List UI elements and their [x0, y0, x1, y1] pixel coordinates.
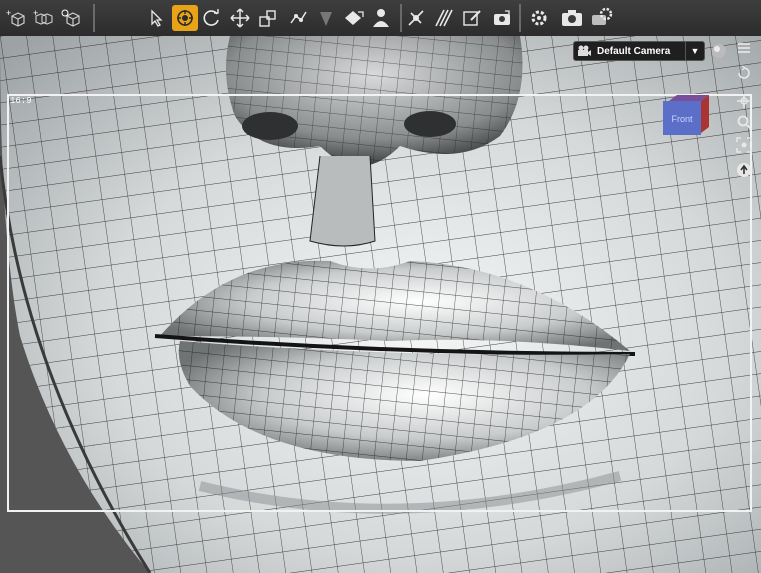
- viewport-options-icon[interactable]: [735, 40, 753, 58]
- viewport-app: + + 16:9 Default Camera ▼ Front: [0, 0, 761, 573]
- add-node-icon[interactable]: +: [31, 5, 57, 31]
- node-weight-brush-icon[interactable]: [459, 5, 485, 31]
- svg-text:+: +: [33, 8, 38, 18]
- select-arrow-icon[interactable]: [143, 5, 169, 31]
- chevron-down-icon[interactable]: ▼: [685, 42, 704, 60]
- view-cube[interactable]: Front: [661, 93, 711, 137]
- aspect-ratio-label: 16:9: [10, 96, 32, 106]
- joint-editor-icon[interactable]: [285, 5, 311, 31]
- node-settings-icon[interactable]: [58, 5, 84, 31]
- zoom-icon[interactable]: [735, 113, 753, 131]
- camera-selector[interactable]: Default Camera ▼: [573, 41, 705, 61]
- toolbar-divider: [519, 4, 521, 32]
- texture-shift-icon[interactable]: [431, 5, 457, 31]
- camera-icon: [577, 43, 593, 59]
- svg-text:+: +: [6, 8, 11, 18]
- surface-selection-icon[interactable]: [341, 5, 367, 31]
- rotate-icon[interactable]: [199, 5, 225, 31]
- view-cube-face-label: Front: [671, 114, 693, 124]
- toolbar-divider: [93, 4, 95, 32]
- render-settings-icon[interactable]: [489, 5, 515, 31]
- reset-view-icon[interactable]: [735, 161, 753, 179]
- translate-icon[interactable]: [227, 5, 253, 31]
- frame-icon[interactable]: [735, 136, 753, 154]
- face-wireframe-render: [0, 36, 761, 573]
- render-settings-gear-icon[interactable]: [589, 5, 615, 31]
- main-toolbar: + +: [0, 0, 761, 37]
- 3d-viewport[interactable]: 16:9 Default Camera ▼ Front: [0, 36, 761, 573]
- figure-setup-icon[interactable]: [369, 5, 395, 31]
- render-camera-icon[interactable]: [559, 5, 585, 31]
- spot-render-icon[interactable]: [403, 5, 429, 31]
- new-node-icon[interactable]: +: [4, 5, 30, 31]
- display-style-sphere-icon[interactable]: [710, 42, 728, 60]
- active-pose-icon[interactable]: [172, 5, 198, 31]
- pan-icon[interactable]: [735, 92, 753, 110]
- toolbar-divider: [400, 4, 402, 32]
- orbit-icon[interactable]: [735, 64, 753, 82]
- geometry-sculpt-icon[interactable]: [313, 5, 339, 31]
- camera-selector-label: Default Camera: [597, 45, 671, 57]
- scale-icon[interactable]: [255, 5, 281, 31]
- render-options-icon[interactable]: [526, 5, 552, 31]
